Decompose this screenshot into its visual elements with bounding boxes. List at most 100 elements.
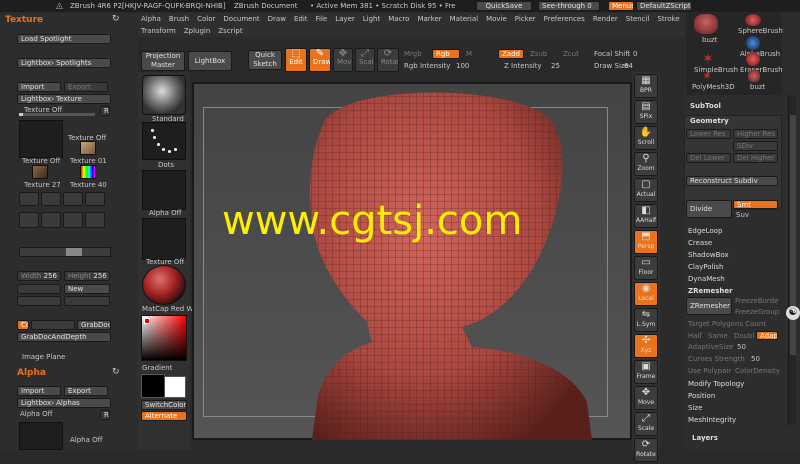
rotate-button[interactable]: ⟳Rotate (377, 48, 399, 72)
lsym-button[interactable]: ⇋ L.Sym (634, 308, 658, 332)
lightbox-spotlights-button[interactable]: Lightbox› Spotlights (17, 58, 111, 68)
make-alpha-button[interactable] (64, 296, 110, 306)
texture-40-thumb[interactable] (80, 165, 96, 179)
double-button[interactable]: Doubl (734, 332, 755, 340)
floor-button[interactable]: ▭ Floor (634, 256, 658, 280)
zremesher-header[interactable]: ZRemesher (688, 287, 733, 295)
zadd-toggle[interactable]: Zadd (498, 49, 524, 59)
clear-button[interactable] (17, 296, 61, 306)
adapt-toggle[interactable]: Adap (756, 331, 778, 340)
draw-button[interactable]: ✎ Draw (309, 48, 331, 72)
suv-toggle[interactable]: Suv (736, 211, 749, 219)
zcut-toggle[interactable]: Zcut (563, 50, 579, 58)
zremesher-button[interactable]: ZRemesher (686, 297, 732, 315)
menu-transform[interactable]: Transform (141, 27, 176, 35)
mrgb-toggle[interactable]: Mrgb (404, 50, 422, 58)
menu-document[interactable]: Document (223, 15, 259, 23)
menu-stencil[interactable]: Stencil (626, 15, 650, 23)
texture-off-thumb[interactable] (19, 120, 63, 158)
alpha-refresh-icon[interactable]: ↻ (112, 367, 120, 377)
sphere-brush-thumb[interactable] (745, 14, 761, 26)
divide-button[interactable]: Divide (686, 200, 732, 218)
higher-res-button[interactable]: Higher Res (733, 129, 778, 139)
menu-stroke[interactable]: Stroke (657, 15, 679, 23)
reconstruct-subdiv-button[interactable]: Reconstruct Subdiv (686, 176, 778, 186)
draw-size-value[interactable]: 64 (624, 62, 633, 70)
lightbox-texture-button[interactable]: Lightbox› Texture (17, 94, 111, 104)
del-higher-button[interactable]: Del Higher (733, 153, 778, 163)
alpha-brush-thumb[interactable] (746, 36, 760, 50)
xyz-button[interactable]: ✣ Xyz (634, 334, 658, 358)
texture-01-thumb[interactable] (80, 141, 96, 155)
aahalf-button[interactable]: ◧ AAHalf (634, 204, 658, 228)
menu-render[interactable]: Render (593, 15, 618, 23)
adaptive-size-value[interactable]: 50 (737, 343, 746, 351)
target-polygons-slider[interactable]: Target Polygons Count (688, 320, 766, 328)
right-scrollbar[interactable] (788, 95, 796, 425)
gradient-label[interactable]: Gradient (142, 364, 172, 372)
quick-sketch-button[interactable]: Quick Sketch (248, 50, 282, 70)
alpha-off-thumb[interactable] (19, 422, 63, 450)
height-slider[interactable]: Height 256 (64, 271, 110, 281)
menu-file[interactable]: File (316, 15, 328, 23)
scale-button[interactable]: ⤢Scale (355, 48, 375, 72)
half-button[interactable]: Half (688, 332, 702, 340)
menu-edit[interactable]: Edit (294, 15, 308, 23)
width-slider[interactable]: Width 256 (17, 271, 61, 281)
smt-toggle[interactable]: Smt (733, 200, 778, 209)
cd-toggle[interactable]: Cd (17, 320, 29, 330)
edgeloop-header[interactable]: EdgeLoop (688, 227, 722, 235)
menu-preferences[interactable]: Preferences (544, 15, 585, 23)
material-thumb[interactable] (142, 265, 186, 305)
size-header[interactable]: Size (688, 404, 702, 412)
texture-27-thumb[interactable] (32, 165, 48, 179)
use-polypaint-toggle[interactable]: Use Polypair (688, 367, 731, 375)
menu-zplugin[interactable]: Zplugin (184, 27, 210, 35)
menu-movie[interactable]: Movie (486, 15, 507, 23)
rgb-intensity-value[interactable]: 100 (456, 62, 469, 70)
load-spotlight-button[interactable]: Load Spotlight (17, 34, 111, 44)
menu-zscript[interactable]: Zscript (218, 27, 242, 35)
sec-button[interactable] (41, 212, 61, 228)
same-button[interactable]: Same (708, 332, 728, 340)
menu-brush[interactable]: Brush (169, 15, 189, 23)
m-toggle[interactable]: M (466, 50, 472, 58)
z-intensity-value[interactable]: 25 (551, 62, 560, 70)
color-density-slider[interactable]: ColorDensity (735, 367, 780, 375)
grabdoc-button[interactable]: GrabDoc (77, 320, 111, 330)
menu-material[interactable]: Material (450, 15, 478, 23)
menu-alpha[interactable]: Alpha (141, 15, 161, 23)
subtool-header[interactable]: SubTool (690, 102, 721, 110)
texture-export-button[interactable]: Export (64, 82, 108, 92)
menu-color[interactable]: Color (197, 15, 215, 23)
menu-layer[interactable]: Layer (335, 15, 355, 23)
curves-strength-value[interactable]: 50 (751, 355, 760, 363)
lightbox-button[interactable]: LightBox (188, 51, 232, 71)
scale-button[interactable]: ⤢Scale (634, 412, 658, 436)
ratio-button[interactable] (17, 284, 61, 294)
texture-shelf-thumb[interactable] (142, 218, 186, 260)
flip-v-button[interactable] (41, 192, 61, 206)
alpha-export-button[interactable]: Export (64, 386, 108, 396)
move-button[interactable]: ✥Move (333, 48, 353, 72)
simple-brush-thumb[interactable]: ✶ (702, 52, 716, 66)
modify-topology-header[interactable]: Modify Topology (688, 380, 744, 388)
edit-button[interactable]: ⬚ Edit (285, 48, 307, 72)
main-button[interactable] (63, 212, 83, 228)
actual-button[interactable]: ▢ Actual (634, 178, 658, 202)
primary-color-swatch[interactable] (141, 374, 165, 398)
move-button[interactable]: ✥Move (634, 386, 658, 410)
meshintegrity-header[interactable]: MeshIntegrity (688, 416, 736, 424)
buzt-small-thumb[interactable] (748, 70, 760, 82)
geometry-header[interactable]: Geometry (690, 117, 729, 125)
invert-texture-button[interactable] (85, 192, 105, 206)
brush-thumb[interactable] (142, 75, 186, 115)
alpha-shelf-thumb[interactable] (142, 170, 186, 210)
image-plane-label[interactable]: Image Plane (22, 353, 65, 361)
layers-header[interactable]: Layers (692, 434, 718, 442)
alternate-button[interactable]: Alternate (141, 411, 187, 421)
persp-button[interactable]: ⬒ Persp (634, 230, 658, 254)
local-button[interactable]: ◉ Local (634, 282, 658, 306)
frame-button[interactable]: ▣ Frame (634, 360, 658, 384)
projection-master-button[interactable]: Projection Master (141, 51, 185, 71)
